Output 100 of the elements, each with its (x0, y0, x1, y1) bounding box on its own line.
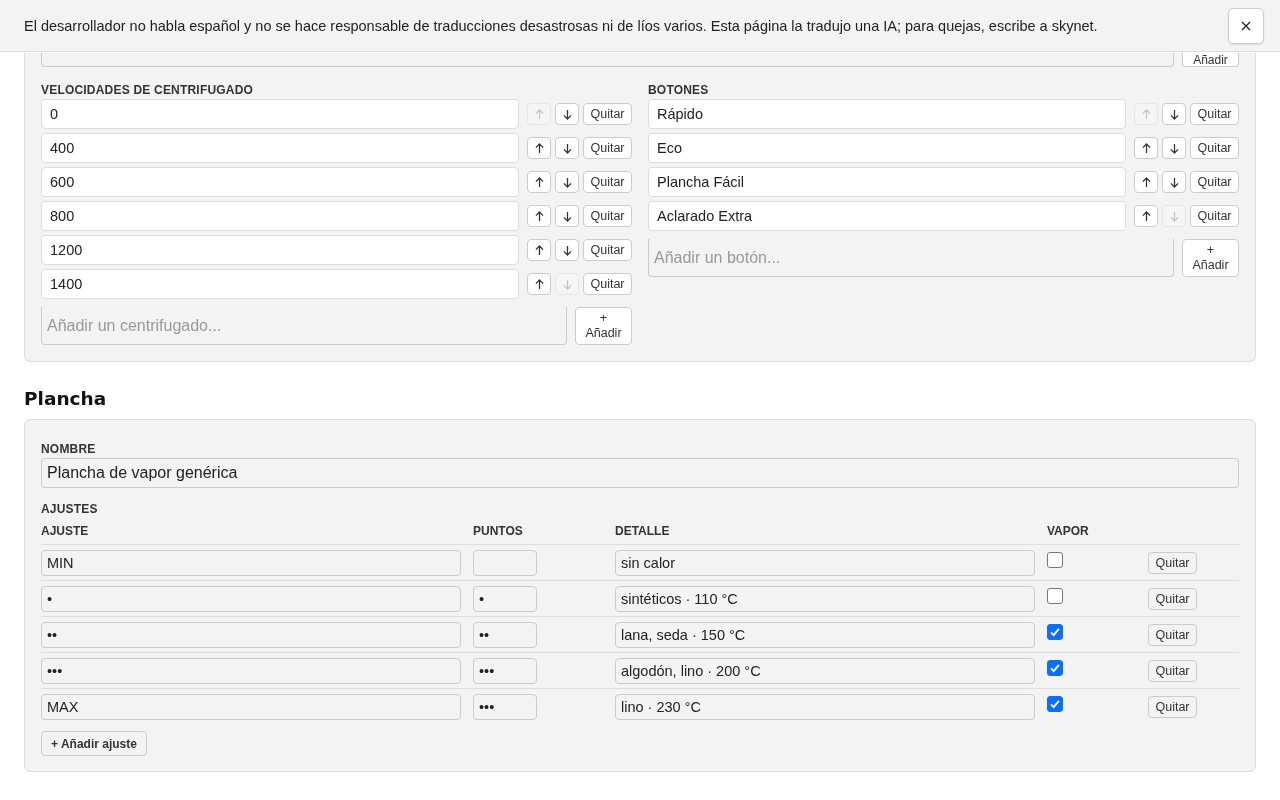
arrow-up-icon (534, 210, 544, 222)
spin-speed-field[interactable]: 0 (41, 99, 519, 129)
notice-text: El desarrollador no habla español y no se hace responsable de traducciones desastrosas ni de líos varios. Esta página la tradujo una IA; para quejas, escribe a skynet. (24, 17, 1098, 34)
move-down-button[interactable] (555, 137, 579, 159)
program-field[interactable] (41, 53, 1174, 67)
add-button[interactable]: + Añadir (1182, 239, 1239, 277)
setting-field[interactable]: MIN (41, 549, 461, 576)
add-setting-button[interactable]: + Añadir ajuste (41, 731, 147, 756)
name-field[interactable]: Plancha de vapor genérica (41, 458, 1239, 488)
setting-field[interactable]: ••• (41, 657, 461, 684)
move-up-button[interactable] (527, 171, 551, 193)
field-label: NOMBRE (41, 442, 97, 456)
arrow-down-icon (562, 210, 572, 222)
spin-speed-field[interactable]: 1200 (41, 235, 519, 265)
spin-speed-field[interactable]: 600 (41, 167, 519, 197)
move-down-button[interactable] (555, 103, 579, 125)
arrow-down-icon (562, 142, 572, 154)
arrow-down-icon (562, 176, 572, 188)
close-icon (1241, 20, 1251, 31)
arrow-up-icon (534, 278, 544, 290)
setting-field[interactable]: MAX (41, 693, 461, 720)
setting-field[interactable]: • (41, 585, 461, 612)
steam-checkbox[interactable] (1047, 624, 1063, 640)
move-up-button[interactable] (527, 205, 551, 227)
arrow-down-icon (562, 108, 572, 120)
move-up-button[interactable] (527, 239, 551, 261)
move-up-button[interactable] (527, 273, 551, 295)
arrow-up-icon (1141, 176, 1151, 188)
add-button[interactable]: + Añadir (575, 307, 632, 345)
steam-checkbox[interactable] (1047, 660, 1063, 676)
detail-field[interactable]: algodón, lino · 200 °C (615, 657, 1035, 684)
arrow-up-icon (534, 244, 544, 256)
detail-field[interactable]: lino · 230 °C (615, 693, 1035, 720)
section-heading: Plancha (24, 388, 108, 409)
column-header: PUNTOS (473, 524, 524, 538)
remove-button[interactable]: Quitar (1148, 695, 1197, 718)
detail-field[interactable]: sintéticos · 110 °C (615, 585, 1035, 612)
arrow-down-icon (1169, 142, 1179, 154)
arrow-up-icon (1141, 210, 1151, 222)
dots-field[interactable]: • (473, 585, 537, 612)
move-down-button[interactable] (555, 205, 579, 227)
dots-field[interactable]: ••• (473, 693, 537, 720)
remove-button[interactable]: Quitar (1148, 623, 1197, 646)
button-name-field[interactable]: Eco (648, 133, 1126, 163)
dots-field[interactable]: •• (473, 621, 537, 648)
section-label: VELOCIDADES DE CENTRIFUGADO (41, 83, 255, 97)
remove-button[interactable]: Quitar (1190, 137, 1239, 159)
steam-checkbox[interactable] (1047, 588, 1063, 604)
close-button[interactable] (1228, 7, 1264, 44)
remove-button[interactable]: Quitar (1190, 171, 1239, 193)
move-down-button[interactable] (1162, 103, 1186, 125)
remove-button[interactable]: Quitar (583, 103, 632, 125)
column-header: AJUSTE (41, 524, 90, 538)
dots-field[interactable] (473, 549, 537, 576)
remove-button[interactable]: Quitar (583, 137, 632, 159)
remove-button[interactable]: Quitar (583, 205, 632, 227)
add-field[interactable]: Añadir un centrifugado... (41, 307, 567, 345)
column-header: DETALLE (615, 524, 671, 538)
steam-checkbox[interactable] (1047, 552, 1063, 568)
remove-button[interactable]: Quitar (1148, 659, 1197, 682)
arrow-up-icon (534, 108, 544, 120)
spin-speed-field[interactable]: 800 (41, 201, 519, 231)
move-up-button[interactable] (1134, 137, 1158, 159)
spin-speed-field[interactable]: 1400 (41, 269, 519, 299)
move-down-button[interactable] (555, 239, 579, 261)
steam-checkbox[interactable] (1047, 696, 1063, 712)
arrow-up-icon (1141, 108, 1151, 120)
add-field[interactable]: Añadir un botón... (648, 239, 1174, 277)
arrow-down-icon (562, 278, 572, 290)
remove-button[interactable]: Quitar (1190, 205, 1239, 227)
move-down-button[interactable] (1162, 137, 1186, 159)
move-up-button[interactable] (1134, 171, 1158, 193)
arrow-down-icon (1169, 176, 1179, 188)
move-down-button[interactable] (1162, 171, 1186, 193)
move-down-button[interactable] (555, 171, 579, 193)
arrow-up-icon (534, 142, 544, 154)
detail-field[interactable]: lana, seda · 150 °C (615, 621, 1035, 648)
arrow-down-icon (1169, 210, 1179, 222)
spin-speed-field[interactable]: 400 (41, 133, 519, 163)
remove-button[interactable]: Quitar (583, 239, 632, 261)
button-name-field[interactable]: Plancha Fácil (648, 167, 1126, 197)
arrow-down-icon (1169, 108, 1179, 120)
section-label: BOTONES (648, 83, 710, 97)
move-up-button[interactable] (527, 137, 551, 159)
add-button[interactable]: Añadir (1182, 53, 1239, 67)
move-up-button[interactable] (1134, 205, 1158, 227)
arrow-up-icon (1141, 142, 1151, 154)
detail-field[interactable]: sin calor (615, 549, 1035, 576)
column-header: VAPOR (1047, 524, 1090, 538)
arrow-up-icon (534, 176, 544, 188)
remove-button[interactable]: Quitar (583, 273, 632, 295)
button-name-field[interactable]: Rápido (648, 99, 1126, 129)
arrow-down-icon (562, 244, 572, 256)
remove-button[interactable]: Quitar (1190, 103, 1239, 125)
button-name-field[interactable]: Aclarado Extra (648, 201, 1126, 231)
remove-button[interactable]: Quitar (583, 171, 632, 193)
remove-button[interactable]: Quitar (1148, 551, 1197, 574)
dots-field[interactable]: ••• (473, 657, 537, 684)
setting-field[interactable]: •• (41, 621, 461, 648)
remove-button[interactable]: Quitar (1148, 587, 1197, 610)
